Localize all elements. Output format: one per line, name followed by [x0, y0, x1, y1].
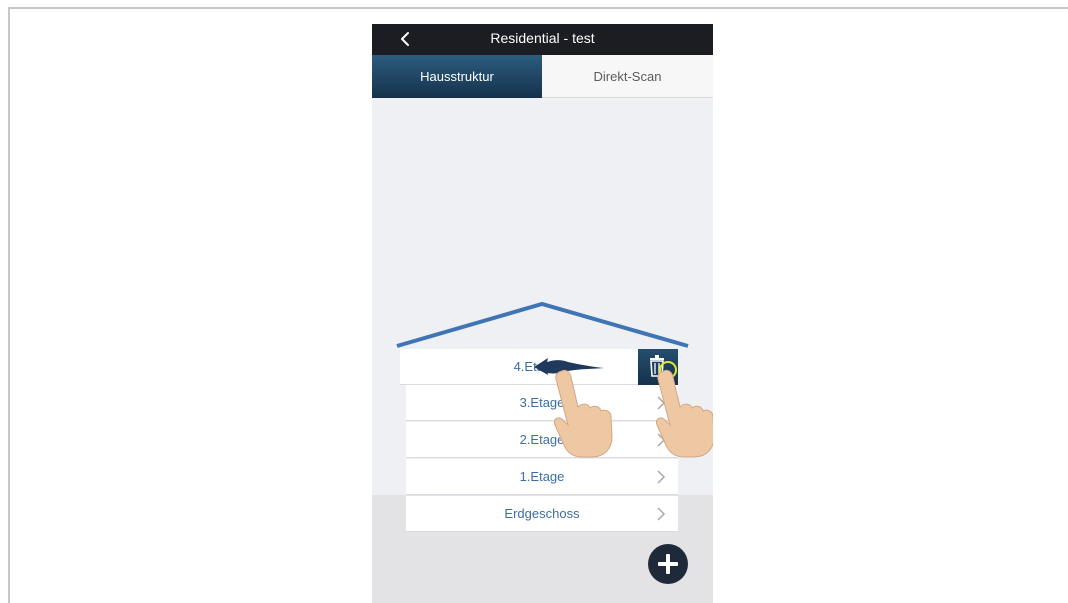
tab-direkt-scan[interactable]: Direkt-Scan: [542, 55, 713, 98]
floor-row-1-etage[interactable]: 1.Etage: [406, 459, 678, 495]
tab-hausstruktur[interactable]: Hausstruktur: [372, 55, 542, 98]
chevron-right-icon: [657, 470, 666, 484]
phone-screen: Residential - test Hausstruktur Direkt-S…: [372, 24, 713, 603]
floor-row-2-etage[interactable]: 2.Etage: [406, 422, 678, 458]
floor-label: 1.Etage: [519, 469, 565, 484]
floor-row-3-etage[interactable]: 3.Etage: [406, 385, 678, 421]
house-roof-icon: [396, 301, 689, 348]
pointing-hand-tap-icon: [656, 369, 713, 458]
page-title: Residential - test: [490, 30, 595, 46]
pointing-hand-swipe-icon: [554, 369, 613, 458]
floor-label: 3.Etage: [519, 395, 565, 410]
frame-border-left: [8, 7, 10, 603]
frame-border-top: [8, 7, 1068, 9]
plus-icon: [658, 554, 678, 574]
chevron-right-icon: [657, 507, 666, 521]
tab-bar: Hausstruktur Direkt-Scan: [372, 55, 713, 98]
title-bar: Residential - test: [372, 24, 713, 55]
floor-label: 2.Etage: [519, 432, 565, 447]
floor-label: Erdgeschoss: [504, 506, 580, 521]
floor-row-erdgeschoss[interactable]: Erdgeschoss: [406, 496, 678, 532]
add-floor-button[interactable]: [648, 544, 688, 584]
